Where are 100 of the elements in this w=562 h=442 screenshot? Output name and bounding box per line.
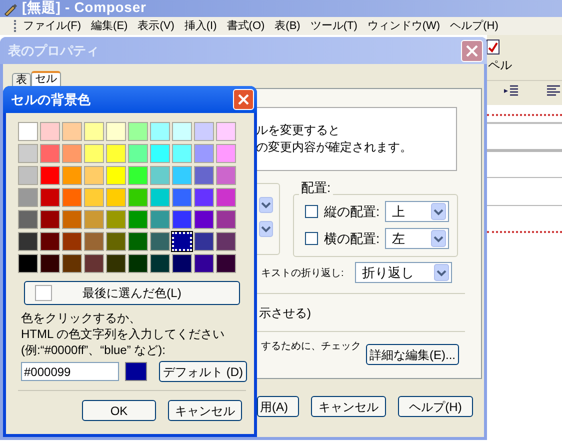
color-swatch[interactable] — [106, 210, 126, 229]
color-swatch[interactable] — [172, 210, 192, 229]
color-swatch[interactable] — [106, 144, 126, 163]
color-swatch[interactable] — [18, 166, 38, 185]
color-swatch[interactable] — [40, 210, 60, 229]
color-swatch[interactable] — [40, 188, 60, 207]
color-swatch[interactable] — [194, 254, 214, 273]
color-swatch[interactable] — [62, 210, 82, 229]
menu-item[interactable]: 表(B) — [270, 18, 306, 34]
menu-item[interactable]: ファイル(F) — [18, 18, 86, 34]
dialog-button[interactable]: ヘルプ(H) — [398, 396, 473, 417]
color-swatch[interactable] — [18, 144, 38, 163]
menu-item[interactable]: 書式(O) — [222, 18, 270, 34]
color-swatch[interactable] — [84, 188, 104, 207]
color-swatch[interactable] — [194, 232, 214, 251]
dialog-button[interactable]: キャンセル — [168, 400, 242, 421]
color-swatch[interactable] — [62, 232, 82, 251]
color-swatch[interactable] — [62, 254, 82, 273]
dialog-button[interactable]: 用(A) — [257, 396, 299, 417]
color-swatch[interactable] — [106, 254, 126, 273]
color-swatch[interactable] — [128, 188, 148, 207]
color-swatch[interactable] — [150, 166, 170, 185]
close-button[interactable] — [461, 40, 483, 62]
color-swatch[interactable] — [62, 122, 82, 141]
color-swatch[interactable] — [128, 122, 148, 141]
dialog-button[interactable]: OK — [82, 400, 156, 421]
color-swatch[interactable] — [62, 166, 82, 185]
color-swatch[interactable] — [128, 166, 148, 185]
last-color-button[interactable]: 最後に選んだ色(L) — [24, 281, 240, 305]
color-swatch[interactable] — [84, 144, 104, 163]
advanced-edit-button[interactable]: 詳細な編集(E)... — [366, 344, 459, 365]
color-swatch[interactable] — [194, 188, 214, 207]
color-swatch[interactable] — [84, 232, 104, 251]
color-swatch[interactable] — [40, 166, 60, 185]
color-input-field[interactable]: #000099 — [21, 362, 119, 381]
color-swatch[interactable] — [172, 166, 192, 185]
color-swatch[interactable] — [216, 144, 236, 163]
color-swatch[interactable] — [128, 210, 148, 229]
color-swatch[interactable] — [84, 166, 104, 185]
color-swatch[interactable] — [18, 188, 38, 207]
color-swatch[interactable] — [150, 188, 170, 207]
color-swatch[interactable] — [194, 144, 214, 163]
color-swatch[interactable] — [62, 144, 82, 163]
color-swatch[interactable] — [40, 254, 60, 273]
color-swatch[interactable] — [106, 122, 126, 141]
color-swatch[interactable] — [194, 122, 214, 141]
color-swatch[interactable] — [40, 232, 60, 251]
color-swatch[interactable] — [128, 144, 148, 163]
color-swatch[interactable] — [18, 210, 38, 229]
menu-item[interactable]: 挿入(I) — [179, 18, 222, 34]
alignment-select[interactable]: 左 — [385, 228, 449, 249]
color-swatch[interactable] — [18, 232, 38, 251]
tab[interactable]: 表 — [12, 73, 31, 86]
color-swatch[interactable] — [216, 254, 236, 273]
color-swatch[interactable] — [150, 232, 170, 251]
instruction-text: (例:“#0000ff”、“blue” など): — [21, 342, 166, 358]
checkbox[interactable] — [305, 232, 318, 245]
color-swatch[interactable] — [18, 122, 38, 141]
tab[interactable]: セル — [31, 71, 61, 86]
color-swatch[interactable] — [106, 188, 126, 207]
color-swatch[interactable] — [128, 232, 148, 251]
color-swatch[interactable] — [40, 122, 60, 141]
color-swatch[interactable] — [216, 166, 236, 185]
close-icon — [466, 45, 478, 57]
color-swatch[interactable] — [106, 166, 126, 185]
menu-item[interactable]: ヘルプ(H) — [445, 18, 504, 34]
menu-item[interactable]: ウィンドウ(W) — [362, 18, 446, 34]
color-swatch[interactable] — [84, 210, 104, 229]
close-button[interactable] — [233, 89, 254, 110]
color-swatch[interactable] — [216, 232, 236, 251]
color-swatch[interactable] — [150, 144, 170, 163]
color-swatch[interactable] — [106, 232, 126, 251]
color-swatch[interactable] — [150, 210, 170, 229]
spellcheck-icon — [486, 39, 500, 55]
color-swatch[interactable] — [216, 122, 236, 141]
alignment-select[interactable]: 上 — [385, 201, 449, 222]
hint-text: するために、チェック — [261, 340, 361, 354]
color-swatch[interactable] — [194, 166, 214, 185]
color-swatch[interactable] — [172, 254, 192, 273]
color-swatch[interactable] — [84, 254, 104, 273]
color-swatch[interactable] — [216, 210, 236, 229]
color-swatch[interactable] — [172, 188, 192, 207]
color-swatch[interactable] — [18, 254, 38, 273]
color-swatch[interactable] — [40, 144, 60, 163]
menu-item[interactable]: 編集(E) — [86, 18, 133, 34]
checkbox[interactable] — [305, 205, 318, 218]
menu-item[interactable]: ツール(T) — [305, 18, 362, 34]
color-swatch[interactable] — [62, 188, 82, 207]
color-swatch[interactable] — [128, 254, 148, 273]
color-swatch[interactable] — [216, 188, 236, 207]
default-button[interactable]: デフォルト (D) — [159, 361, 247, 382]
wrap-select[interactable]: 折り返し — [355, 262, 452, 283]
color-swatch[interactable] — [84, 122, 104, 141]
color-swatch[interactable] — [172, 122, 192, 141]
color-swatch[interactable] — [172, 144, 192, 163]
color-swatch[interactable] — [150, 254, 170, 273]
dialog-button[interactable]: キャンセル — [311, 396, 386, 417]
color-swatch[interactable] — [150, 122, 170, 141]
color-swatch[interactable] — [194, 210, 214, 229]
menu-item[interactable]: 表示(V) — [132, 18, 180, 34]
